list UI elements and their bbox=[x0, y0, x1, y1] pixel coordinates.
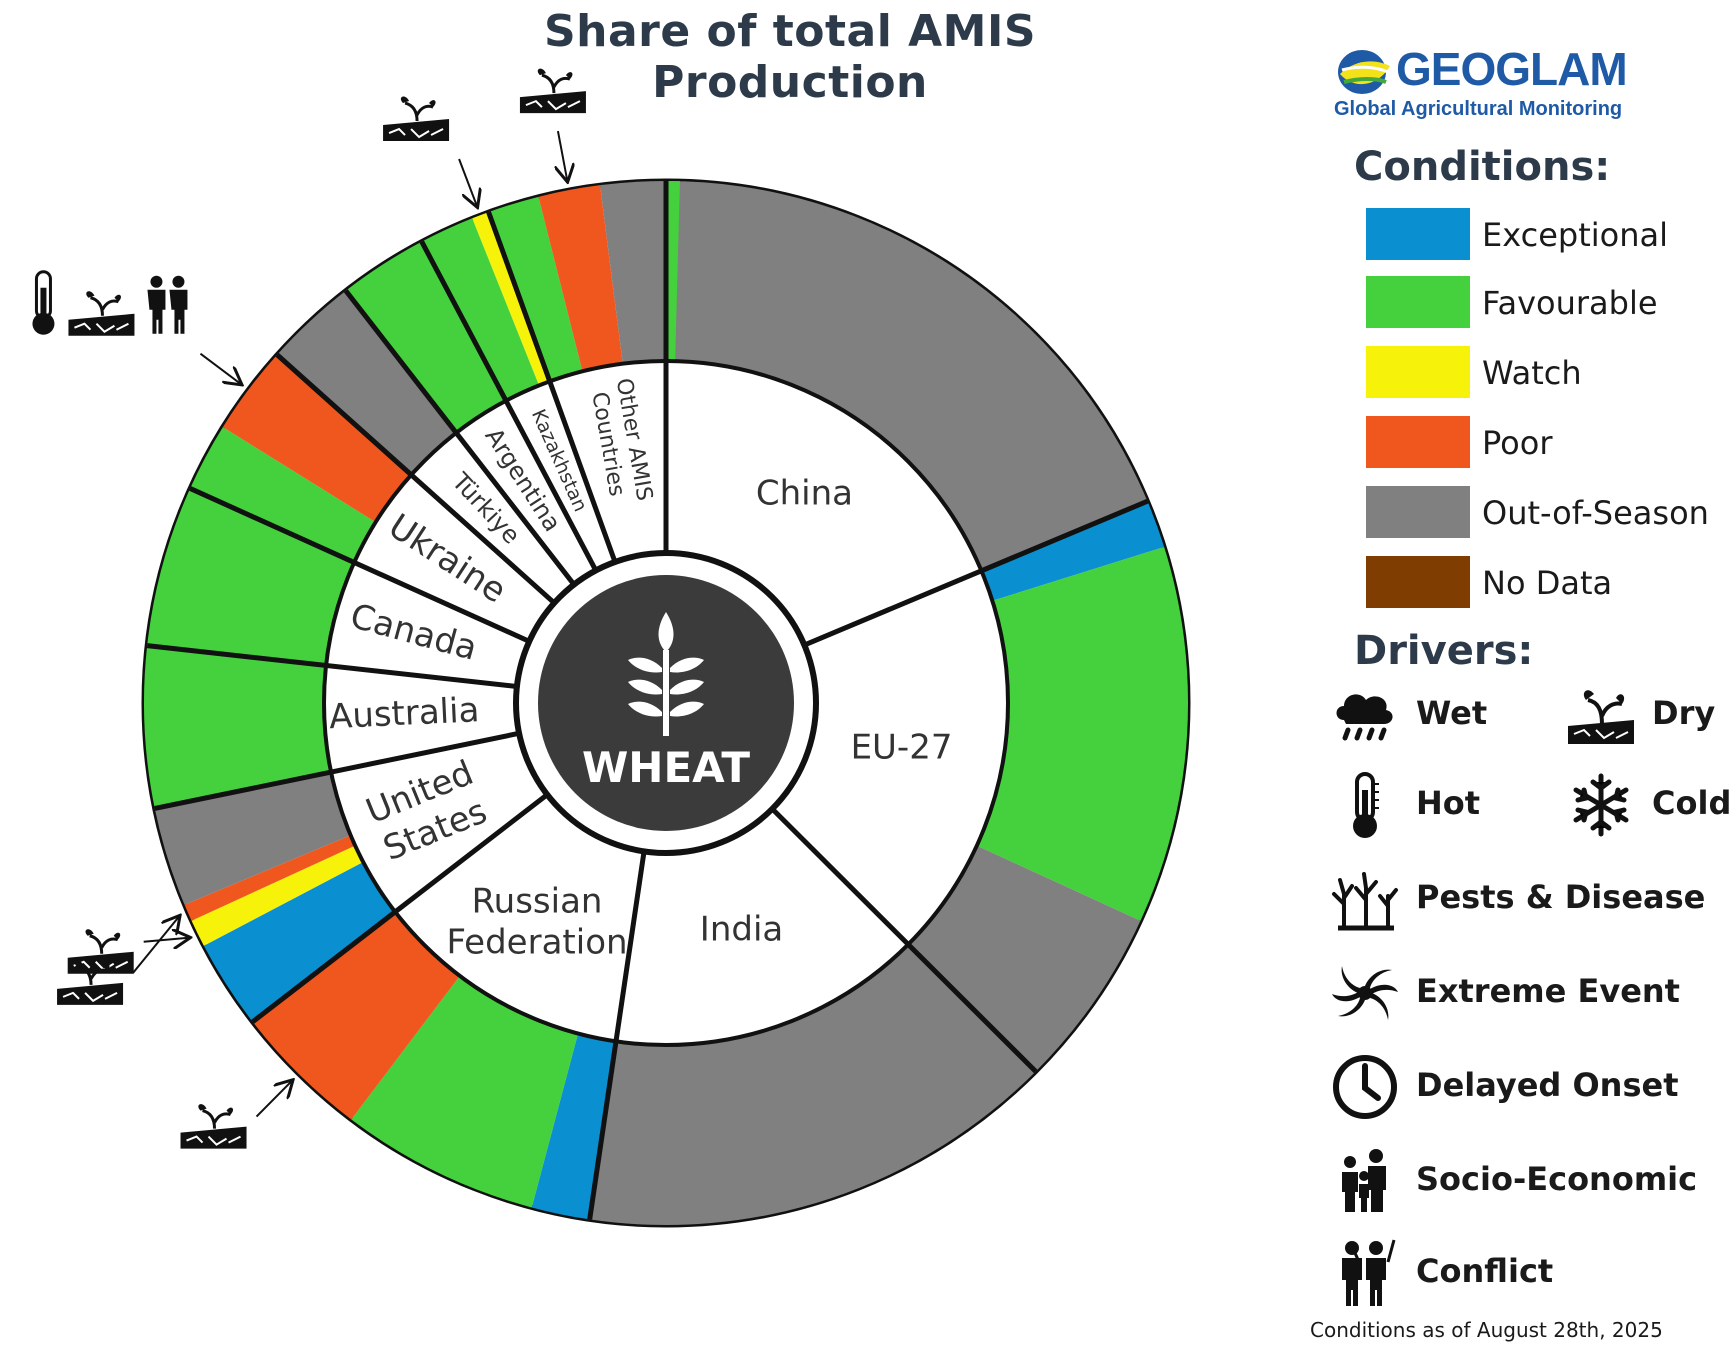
geoglam-globe-icon bbox=[1338, 50, 1390, 94]
driver-label: Socio-Economic bbox=[1416, 1160, 1698, 1198]
legend-label: Watch bbox=[1482, 354, 1582, 392]
driver-label: Wet bbox=[1416, 694, 1488, 732]
swatch-out-of-season bbox=[1366, 486, 1470, 538]
legend-label: No Data bbox=[1482, 564, 1613, 602]
driver-label: Pests & Disease bbox=[1416, 878, 1706, 916]
dry-soil-icon bbox=[67, 929, 134, 974]
soldiers-icon bbox=[1342, 1239, 1396, 1306]
driver-label: Hot bbox=[1416, 784, 1481, 822]
driver-marker-other-amis-countries bbox=[519, 68, 586, 181]
logo-wordmark: GEOGLAM bbox=[1396, 43, 1628, 95]
soldiers-icon bbox=[147, 275, 188, 334]
thermometer-icon bbox=[32, 270, 55, 335]
chart-center: WHEAT bbox=[513, 550, 819, 856]
swatch-exceptional bbox=[1366, 208, 1470, 260]
driver-arrow bbox=[558, 130, 567, 180]
country-label-eu-27: EU-27 bbox=[851, 728, 953, 768]
driver-arrow bbox=[458, 158, 477, 206]
conditions-date-note: Conditions as of August 28th, 2025 bbox=[1310, 1318, 1663, 1342]
dry-soil-icon bbox=[68, 291, 135, 336]
geoglam-logo: GEOGLAM Global Agricultural Monitoring bbox=[1330, 40, 1660, 130]
wheat-conditions-donut-chart: ChinaEU-27IndiaRussian FederationUnitedSt… bbox=[32, 68, 1191, 1228]
rain-cloud-icon bbox=[1336, 694, 1393, 741]
legend-label: Out-of-Season bbox=[1482, 494, 1709, 532]
country-label-india: India bbox=[700, 909, 783, 949]
swatch-watch bbox=[1366, 346, 1470, 398]
driver-marker-kazakhstan bbox=[383, 96, 477, 206]
legend-label: Exceptional bbox=[1482, 216, 1668, 254]
driver-label: Delayed Onset bbox=[1416, 1066, 1679, 1104]
label-line: Russian bbox=[472, 881, 603, 921]
center-label: WHEAT bbox=[582, 743, 750, 792]
driver-marker-ukraine bbox=[32, 270, 240, 384]
driver-arrow bbox=[199, 352, 240, 384]
legend-label: Favourable bbox=[1482, 284, 1658, 322]
drivers-title: Drivers: bbox=[1354, 628, 1534, 674]
driver-label: Conflict bbox=[1416, 1252, 1554, 1290]
cyclone-icon bbox=[1332, 966, 1398, 1020]
conditions-title: Conditions: bbox=[1354, 144, 1611, 190]
swatch-favourable bbox=[1366, 276, 1470, 328]
dry-soil-icon bbox=[519, 68, 586, 114]
swatch-poor bbox=[1366, 416, 1470, 468]
pests-disease-icon bbox=[1332, 872, 1398, 931]
swatch-no-data bbox=[1366, 556, 1470, 608]
driver-label: Extreme Event bbox=[1416, 972, 1680, 1010]
country-label-russian-federation: Russian Federation bbox=[446, 881, 627, 962]
driver-label: Dry bbox=[1652, 694, 1716, 732]
dry-soil-icon bbox=[1568, 690, 1634, 744]
dry-soil-icon bbox=[383, 96, 450, 142]
thermometer-icon bbox=[1353, 772, 1379, 838]
country-label-australia: Australia bbox=[328, 690, 480, 737]
driver-arrow bbox=[143, 938, 189, 942]
logo-subtitle: Global Agricultural Monitoring bbox=[1334, 98, 1623, 120]
country-label-china: China bbox=[756, 473, 853, 513]
driver-label: Cold bbox=[1652, 784, 1730, 822]
label-line: Federation bbox=[446, 922, 627, 962]
dry-soil-icon bbox=[180, 1104, 247, 1149]
snowflake-icon bbox=[1573, 773, 1629, 837]
driver-arrow bbox=[132, 917, 179, 974]
family-icon bbox=[1342, 1149, 1386, 1212]
driver-arrow bbox=[255, 1081, 292, 1118]
legend-label: Poor bbox=[1482, 424, 1553, 462]
driver-marker-russian-federation bbox=[180, 1081, 292, 1149]
driver-marker-united-states bbox=[67, 929, 189, 974]
clock-icon bbox=[1333, 1055, 1397, 1119]
